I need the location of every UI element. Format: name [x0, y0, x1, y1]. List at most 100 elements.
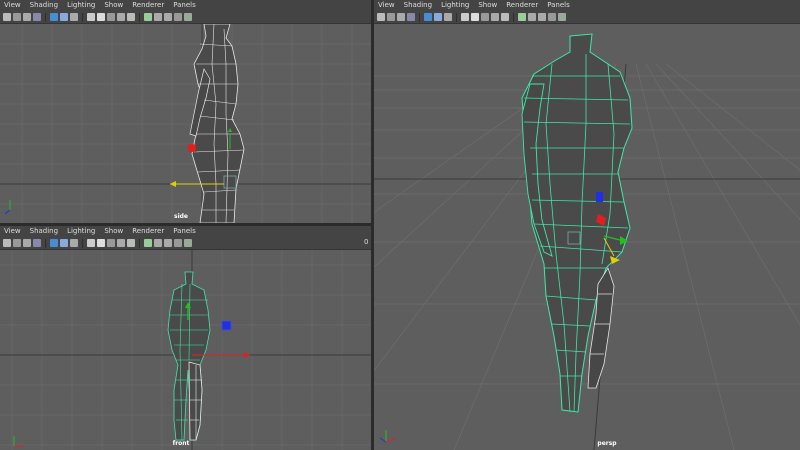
lights-icon[interactable] [117, 13, 125, 21]
menu-shading[interactable]: Shading [30, 226, 58, 237]
gamma-icon[interactable] [184, 13, 192, 21]
menu-lighting[interactable]: Lighting [441, 0, 469, 11]
grid-toggle-icon[interactable] [50, 13, 58, 21]
wireframe-icon[interactable] [87, 13, 95, 21]
menu-renderer[interactable]: Renderer [132, 0, 164, 11]
smooth-shade-icon[interactable] [471, 13, 479, 21]
panel-toolbar [0, 11, 371, 24]
side-axis-indicator [4, 200, 11, 215]
menu-panels[interactable]: Panels [173, 0, 196, 11]
toolbar-separator [513, 12, 514, 22]
shadows-icon[interactable] [501, 13, 509, 21]
backface-icon[interactable] [548, 13, 556, 21]
joint-xray-icon[interactable] [164, 13, 172, 21]
toolbar-separator [139, 12, 140, 22]
menu-shading[interactable]: Shading [30, 0, 58, 11]
panel-menubar: View Shading Lighting Show Renderer Pane… [0, 226, 371, 237]
menu-panels[interactable]: Panels [547, 0, 570, 11]
menu-panels[interactable]: Panels [173, 226, 196, 237]
bookmark-icon[interactable] [23, 13, 31, 21]
film-gate-icon[interactable] [60, 13, 68, 21]
isolate-icon[interactable] [144, 239, 152, 247]
isolate-icon[interactable] [144, 13, 152, 21]
persp-viewport[interactable]: View Shading Lighting Show Renderer Pane… [373, 0, 800, 450]
menu-show[interactable]: Show [478, 0, 497, 11]
side-viewport[interactable]: View Shading Lighting Show Renderer Pane… [0, 0, 371, 223]
menu-lighting[interactable]: Lighting [67, 226, 95, 237]
panel-toolbar [0, 237, 371, 250]
menu-view[interactable]: View [4, 0, 21, 11]
toolbar-value: 0 [364, 238, 369, 246]
side-body-mesh [189, 24, 245, 223]
pane-divider-horizontal[interactable] [0, 223, 371, 226]
wireframe-icon[interactable] [461, 13, 469, 21]
film-gate-icon[interactable] [434, 13, 442, 21]
menu-renderer[interactable]: Renderer [132, 226, 164, 237]
wireframe-icon[interactable] [87, 239, 95, 247]
camera-icon[interactable] [377, 13, 385, 21]
smooth-shade-icon[interactable] [97, 13, 105, 21]
lock-icon[interactable] [13, 239, 21, 247]
toolbar-separator [82, 238, 83, 248]
isolate-icon[interactable] [518, 13, 526, 21]
image-plane-icon[interactable] [33, 239, 41, 247]
persp-view-canvas[interactable]: persp [374, 24, 800, 450]
resolution-gate-icon[interactable] [444, 13, 452, 21]
grid-toggle-icon[interactable] [50, 239, 58, 247]
joint-xray-icon[interactable] [164, 239, 172, 247]
lock-icon[interactable] [13, 13, 21, 21]
xray-icon[interactable] [154, 239, 162, 247]
front-view-canvas[interactable]: front [0, 250, 371, 450]
shadows-icon[interactable] [127, 13, 135, 21]
camera-label-persp: persp [597, 440, 617, 447]
menu-view[interactable]: View [378, 0, 395, 11]
lock-icon[interactable] [387, 13, 395, 21]
persp-body-mesh [521, 33, 633, 413]
menu-renderer[interactable]: Renderer [506, 0, 538, 11]
camera-icon[interactable] [3, 13, 11, 21]
menu-view[interactable]: View [4, 226, 21, 237]
resolution-gate-icon[interactable] [70, 239, 78, 247]
film-gate-icon[interactable] [60, 239, 68, 247]
camera-label-front: front [172, 440, 190, 447]
xray-icon[interactable] [528, 13, 536, 21]
lights-icon[interactable] [491, 13, 499, 21]
front-axis-indicator [13, 436, 24, 447]
toolbar-separator [456, 12, 457, 22]
pane-divider-vertical[interactable] [371, 0, 374, 450]
toolbar-separator [45, 12, 46, 22]
menu-show[interactable]: Show [104, 226, 123, 237]
toolbar-separator [139, 238, 140, 248]
menu-shading[interactable]: Shading [404, 0, 432, 11]
side-view-canvas[interactable]: side [0, 24, 371, 223]
backface-icon[interactable] [174, 13, 182, 21]
image-plane-icon[interactable] [33, 13, 41, 21]
toolbar-separator [419, 12, 420, 22]
resolution-gate-icon[interactable] [70, 13, 78, 21]
bookmark-icon[interactable] [23, 239, 31, 247]
textured-icon[interactable] [481, 13, 489, 21]
shadows-icon[interactable] [127, 239, 135, 247]
panel-toolbar [374, 11, 800, 24]
grid-toggle-icon[interactable] [424, 13, 432, 21]
image-plane-icon[interactable] [407, 13, 415, 21]
lights-icon[interactable] [117, 239, 125, 247]
smooth-shade-icon[interactable] [97, 239, 105, 247]
panel-menubar: View Shading Lighting Show Renderer Pane… [374, 0, 800, 11]
front-viewport[interactable]: View Shading Lighting Show Renderer Pane… [0, 226, 371, 450]
xray-icon[interactable] [154, 13, 162, 21]
camera-icon[interactable] [3, 239, 11, 247]
gamma-icon[interactable] [184, 239, 192, 247]
panel-menubar: View Shading Lighting Show Renderer Pane… [0, 0, 371, 11]
camera-label-side: side [174, 213, 188, 220]
gamma-icon[interactable] [558, 13, 566, 21]
textured-icon[interactable] [107, 239, 115, 247]
joint-xray-icon[interactable] [538, 13, 546, 21]
textured-icon[interactable] [107, 13, 115, 21]
backface-icon[interactable] [174, 239, 182, 247]
menu-show[interactable]: Show [104, 0, 123, 11]
bookmark-icon[interactable] [397, 13, 405, 21]
toolbar-separator [82, 12, 83, 22]
menu-lighting[interactable]: Lighting [67, 0, 95, 11]
persp-axis-indicator [379, 430, 397, 443]
